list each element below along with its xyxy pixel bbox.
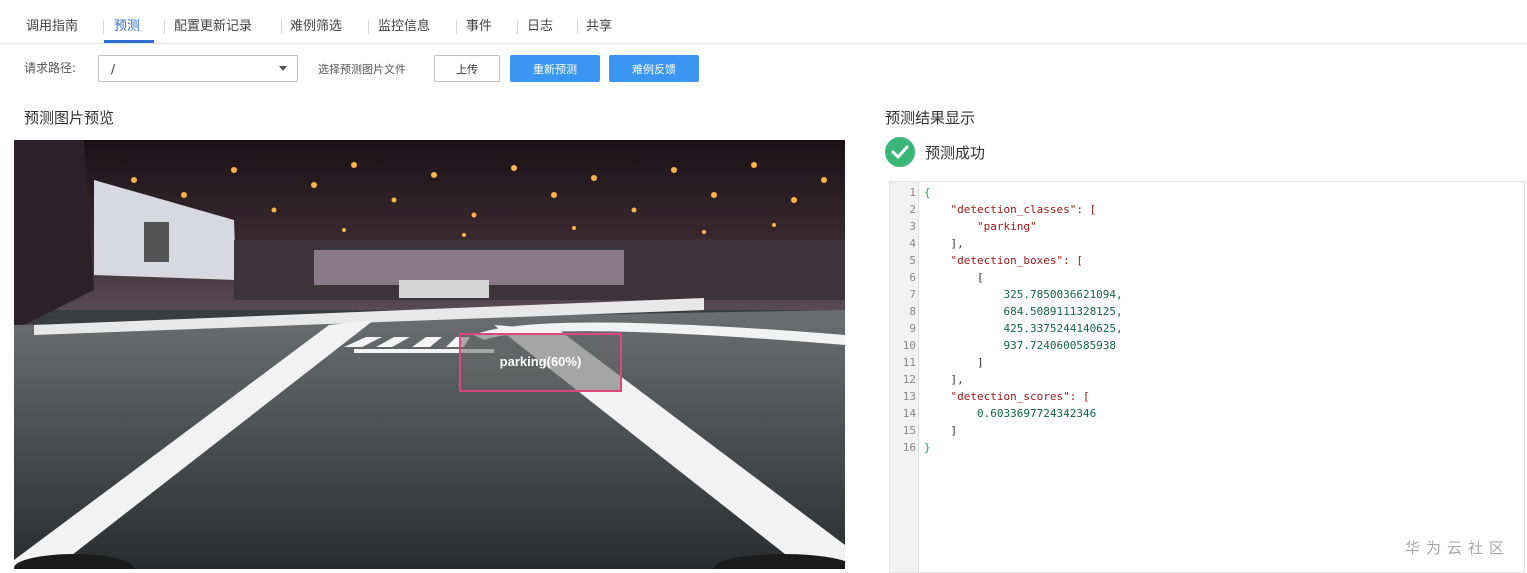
code-text: 937.7240600585938 (924, 339, 1117, 352)
code-text: 0.6033697724342346 (924, 407, 1097, 420)
line-number: 8 (909, 305, 916, 318)
preview-title: 预测图片预览 (24, 109, 115, 127)
line-number: 4 (909, 237, 916, 250)
line-number: 2 (909, 203, 916, 216)
tab-separator (103, 20, 104, 34)
tab-call-guide[interactable]: 调用指南 (26, 0, 78, 44)
tab-separator (164, 20, 165, 34)
code-text: [ (924, 271, 984, 284)
tab-bar: 调用指南 预测 配置更新记录 难例筛选 监控信息 事件 日志 共享 (0, 0, 1527, 44)
result-title: 预测结果显示 (885, 109, 976, 127)
line-number: 14 (902, 407, 916, 420)
line-number: 5 (909, 254, 916, 267)
code-text: "detection_classes": [ (924, 203, 1097, 216)
select-image-file-label: 选择预测图片文件 (318, 63, 406, 76)
tab-config-history[interactable]: 配置更新记录 (174, 0, 252, 44)
line-number: 1 (909, 186, 916, 199)
line-number: 11 (902, 356, 916, 369)
result-json-viewer[interactable]: 1 {2 "detection_classes": [ 3 "parking" 4 ]… (889, 181, 1525, 573)
tab-separator (368, 20, 369, 34)
line-number: 15 (902, 424, 916, 437)
track-photo (14, 140, 845, 569)
line-number: 3 (909, 220, 916, 233)
repredict-button[interactable]: 重新预测 (510, 55, 600, 82)
watermark: 华为云社区 (1405, 539, 1511, 557)
line-number: 7 (909, 288, 916, 301)
tab-hard-case-filter[interactable]: 难例筛选 (290, 0, 342, 44)
code-text: 684.5089111328125, (924, 305, 1123, 318)
detection-label: parking(60%) (499, 354, 582, 369)
line-number: 13 (902, 390, 916, 403)
request-path-select[interactable]: / (98, 55, 298, 82)
tab-separator (281, 20, 282, 34)
tab-monitoring[interactable]: 监控信息 (378, 0, 430, 44)
tab-separator (456, 20, 457, 34)
code-text: "parking" (924, 220, 1037, 233)
tab-events[interactable]: 事件 (466, 0, 492, 44)
request-path-label: 请求路径: (24, 61, 77, 75)
code-text: "detection_scores": [ (924, 390, 1090, 403)
tab-share[interactable]: 共享 (586, 0, 612, 44)
code-text: ] (924, 424, 958, 437)
tab-predict[interactable]: 预测 (114, 0, 140, 44)
code-text: ] (924, 356, 984, 369)
line-number: 16 (902, 441, 916, 454)
tab-separator (517, 20, 518, 34)
active-tab-indicator (104, 40, 154, 43)
line-number: 9 (909, 322, 916, 335)
hard-case-feedback-button[interactable]: 难例反馈 (609, 55, 699, 82)
request-path-value: / (111, 62, 116, 76)
line-number: 6 (909, 271, 916, 284)
upload-button[interactable]: 上传 (434, 55, 500, 82)
check-circle-icon (885, 137, 915, 167)
code-text: 325.7850036621094, (924, 288, 1123, 301)
line-number: 12 (902, 373, 916, 386)
tab-logs[interactable]: 日志 (527, 0, 553, 44)
code-text: ], (924, 373, 964, 386)
line-number: 10 (902, 339, 916, 352)
code-text: "detection_boxes": [ (924, 254, 1083, 267)
code-text: { (924, 186, 931, 199)
prediction-status: 预测成功 (925, 144, 986, 162)
tab-separator (577, 20, 578, 34)
code-text: } (924, 441, 931, 454)
chevron-down-icon (279, 66, 287, 71)
code-text: 425.3375244140625, (924, 322, 1123, 335)
code-text: ], (924, 237, 964, 250)
prediction-image-preview: parking(60%) (14, 140, 845, 569)
